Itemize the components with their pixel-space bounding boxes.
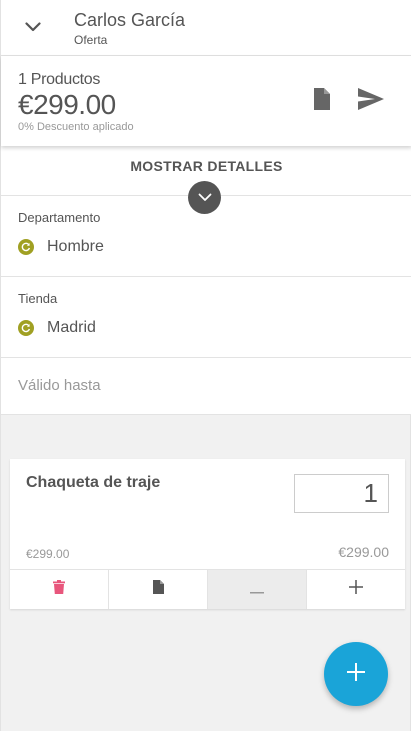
- store-value: Madrid: [47, 319, 96, 336]
- document-button[interactable]: [309, 86, 335, 116]
- discount-note: 0% Descuento aplicado: [18, 121, 134, 133]
- document-icon: [152, 580, 164, 599]
- store-label: Tienda: [18, 291, 58, 306]
- refresh-icon: [18, 239, 34, 255]
- refresh-icon: [18, 320, 34, 336]
- product-card: Chaqueta de traje 1 €299.00 €299.00: [10, 459, 405, 609]
- department-value: Hombre: [47, 238, 104, 255]
- customer-name: Carlos García: [74, 10, 186, 30]
- order-summary: 1 Productos €299.00 0% Descuento aplicad…: [1, 56, 411, 146]
- order-total: €299.00: [18, 89, 116, 120]
- line-total: €299.00: [338, 544, 389, 560]
- product-document-button[interactable]: [109, 570, 208, 609]
- details-bar[interactable]: MOSTRAR DETALLES: [1, 146, 411, 214]
- product-actions: [10, 569, 405, 609]
- collapse-button[interactable]: [17, 12, 49, 44]
- department-label: Departamento: [18, 210, 101, 225]
- details-toggle-button[interactable]: [188, 181, 221, 214]
- plus-icon: [347, 662, 365, 686]
- chevron-down-icon: [25, 19, 41, 37]
- plus-icon: [349, 580, 363, 599]
- product-name: Chaqueta de traje: [26, 474, 161, 491]
- valid-until-field[interactable]: Válido hasta: [1, 358, 411, 415]
- decrease-quantity-button[interactable]: [208, 570, 307, 609]
- unit-price: €299.00: [26, 547, 70, 561]
- minus-icon: [250, 581, 264, 599]
- send-button[interactable]: [355, 86, 387, 116]
- show-details-label[interactable]: MOSTRAR DETALLES: [1, 158, 411, 174]
- store-field[interactable]: Tienda Madrid: [1, 277, 411, 358]
- app-header: Carlos García Oferta: [1, 0, 411, 56]
- products-count: 1 Productos: [18, 71, 101, 88]
- delete-button[interactable]: [10, 570, 109, 609]
- document-type: Oferta: [74, 33, 108, 47]
- chevron-down-icon: [198, 189, 212, 207]
- quantity-input[interactable]: 1: [294, 474, 389, 513]
- add-product-button[interactable]: [324, 642, 388, 706]
- app-frame: Carlos García Oferta 1 Productos €299.00…: [0, 0, 411, 731]
- increase-quantity-button[interactable]: [307, 570, 405, 609]
- send-icon: [358, 87, 384, 115]
- document-icon: [314, 87, 330, 115]
- valid-until-placeholder[interactable]: Válido hasta: [18, 377, 101, 394]
- trash-icon: [53, 580, 65, 599]
